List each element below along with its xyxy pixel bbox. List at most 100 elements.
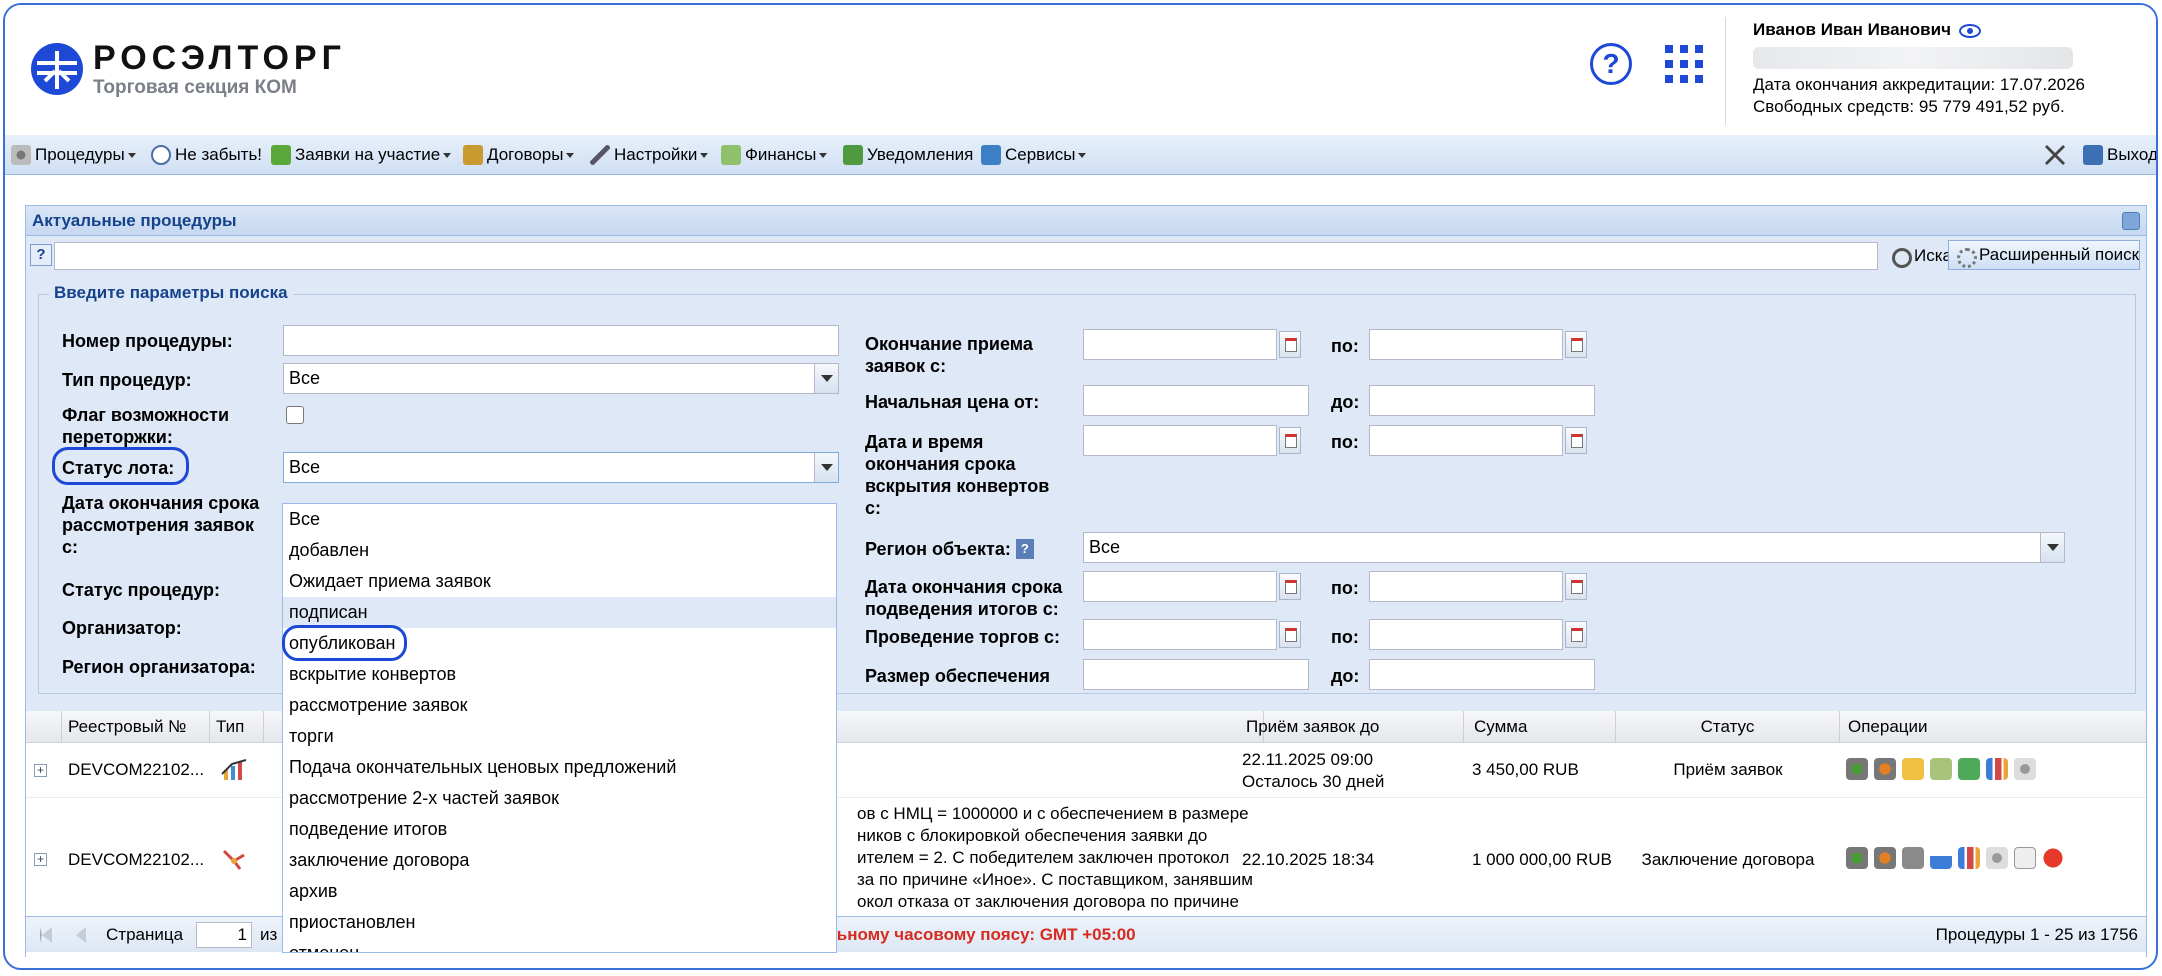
help-icon[interactable]: ? (1590, 43, 1632, 85)
proc-type-select[interactable]: Все (283, 363, 839, 394)
calendar-icon[interactable] (1565, 621, 1587, 648)
status-option[interactable]: рассмотрение заявок (283, 690, 836, 721)
column-deadline[interactable]: Приём заявок до (1236, 711, 1464, 743)
status-option[interactable]: заключение договора (283, 845, 836, 876)
status-option[interactable]: Все (283, 504, 836, 535)
status-option[interactable]: Подача окончательных ценовых предложений (283, 752, 836, 783)
menu-procedures[interactable]: Процедуры (11, 135, 136, 175)
apps-end-from-input[interactable] (1083, 329, 1277, 360)
start-price-to-input[interactable] (1369, 385, 1595, 416)
expand-row-icon[interactable]: + (34, 764, 47, 777)
calendar-icon[interactable] (1565, 427, 1587, 454)
label-security-to: до: (1331, 666, 1360, 686)
object-region-select[interactable]: Все (1083, 532, 2065, 563)
column-type[interactable]: Тип (210, 711, 264, 743)
document-icon[interactable] (2014, 847, 2036, 869)
eye-icon[interactable] (1958, 23, 1981, 38)
chart-up-icon[interactable] (1930, 847, 1952, 869)
label-opening-date: Дата и время окончания срока вскрытия конв… (865, 432, 1050, 518)
refresh-icon[interactable] (2122, 212, 2140, 230)
calendar-icon[interactable] (1279, 573, 1301, 600)
brand-subtitle: Торговая секция КОМ (93, 77, 297, 98)
opening-from-input[interactable] (1083, 425, 1277, 456)
expand-row-icon[interactable]: + (34, 853, 47, 866)
column-registry[interactable]: Реестровый № (62, 711, 210, 743)
menu-remember[interactable]: Не забыть! (151, 135, 262, 175)
chevron-down-icon[interactable] (2040, 533, 2064, 562)
calendar-icon[interactable] (1279, 331, 1301, 358)
menu-services[interactable]: Сервисы (981, 135, 1087, 175)
column-sum[interactable]: Сумма (1464, 711, 1616, 743)
trading-to-input[interactable] (1369, 619, 1563, 650)
stop-icon[interactable] (2042, 847, 2064, 869)
question-doc-icon[interactable] (1902, 847, 1924, 869)
bar-chart-icon[interactable] (1986, 758, 2008, 780)
status-option[interactable]: Ожидает приема заявок (283, 566, 836, 597)
total-count: Процедуры 1 - 25 из 1756 (1935, 925, 2138, 944)
status-option[interactable]: архив (283, 876, 836, 907)
header-divider (1725, 17, 1726, 125)
collapse-arrows-icon (2045, 145, 2065, 165)
column-status[interactable]: Статус (1616, 711, 1840, 743)
label-opening-to: по: (1331, 432, 1359, 452)
envelope-icon[interactable] (1930, 758, 1952, 780)
status-option[interactable]: приостановлен (283, 907, 836, 938)
gear-star-icon[interactable] (1874, 758, 1896, 780)
status-option[interactable]: вскрытие конвертов (283, 659, 836, 690)
report-upload-icon[interactable] (1958, 758, 1980, 780)
menu-contracts[interactable]: Договоры (463, 135, 575, 175)
status-option[interactable]: подписан (283, 597, 836, 628)
lot-status-select[interactable]: Все (283, 452, 839, 483)
exit-door-icon (2083, 145, 2103, 165)
exit-button[interactable]: Выход (2083, 135, 2156, 175)
gear-star-icon[interactable] (1874, 847, 1896, 869)
gear-icon[interactable] (1846, 847, 1868, 869)
apps-grid-icon[interactable] (1665, 45, 1703, 83)
gear-icon[interactable] (1846, 758, 1868, 780)
opening-to-input[interactable] (1369, 425, 1563, 456)
calendar-icon[interactable] (1279, 621, 1301, 648)
user-name[interactable]: Иванов Иван Иванович (1753, 20, 1951, 39)
calendar-icon[interactable] (1565, 573, 1587, 600)
trading-from-input[interactable] (1083, 619, 1277, 650)
status-option[interactable]: отменен (283, 938, 836, 952)
chevron-down-icon (1078, 153, 1087, 158)
page-input[interactable]: 1 (196, 922, 252, 948)
security-from-input[interactable] (1083, 659, 1309, 690)
advanced-search-button[interactable]: Расширенный поиск (1948, 240, 2140, 270)
chevron-down-icon[interactable] (814, 364, 838, 393)
apps-end-to-input[interactable] (1369, 329, 1563, 360)
search-help-icon[interactable]: ? (30, 244, 52, 266)
prev-page-icon[interactable] (76, 927, 86, 943)
region-help-icon[interactable]: ? (1015, 539, 1034, 559)
settings-list-icon[interactable] (1986, 847, 2008, 869)
rebid-flag-checkbox[interactable] (286, 406, 304, 424)
quick-search-input[interactable] (54, 242, 1878, 270)
row-registry[interactable]: DEVCOM22102... (68, 760, 204, 780)
status-option[interactable]: торги (283, 721, 836, 752)
results-from-input[interactable] (1083, 571, 1277, 602)
label-rebid-flag: Флаг возможности переторжки: (62, 405, 230, 447)
status-option[interactable]: добавлен (283, 535, 836, 566)
menu-settings[interactable]: Настройки (590, 135, 709, 175)
coins-icon[interactable] (1902, 758, 1924, 780)
row-registry[interactable]: DEVCOM22102... (68, 850, 204, 870)
security-to-input[interactable] (1369, 659, 1595, 690)
calendar-icon[interactable] (1565, 331, 1587, 358)
menu-applications[interactable]: Заявки на участие (271, 135, 452, 175)
header: РОСЭЛТОРГ Торговая секция КОМ ? Иванов И… (5, 5, 2156, 133)
bar-chart-icon[interactable] (1958, 847, 1980, 869)
status-option[interactable]: рассмотрение 2-х частей заявок (283, 783, 836, 814)
start-price-from-input[interactable] (1083, 385, 1309, 416)
row-status: Заключение договора (1641, 850, 1815, 869)
results-to-input[interactable] (1369, 571, 1563, 602)
menu-notifications[interactable]: Уведомления (843, 135, 973, 175)
fullscreen-button[interactable] (2045, 135, 2069, 175)
proc-number-input[interactable] (283, 325, 839, 356)
calendar-icon[interactable] (1279, 427, 1301, 454)
settings-list-icon[interactable] (2014, 758, 2036, 780)
status-option[interactable]: подведение итогов (283, 814, 836, 845)
menu-finance[interactable]: Финансы (721, 135, 828, 175)
first-page-icon[interactable] (40, 927, 52, 943)
chevron-down-icon[interactable] (814, 453, 838, 482)
